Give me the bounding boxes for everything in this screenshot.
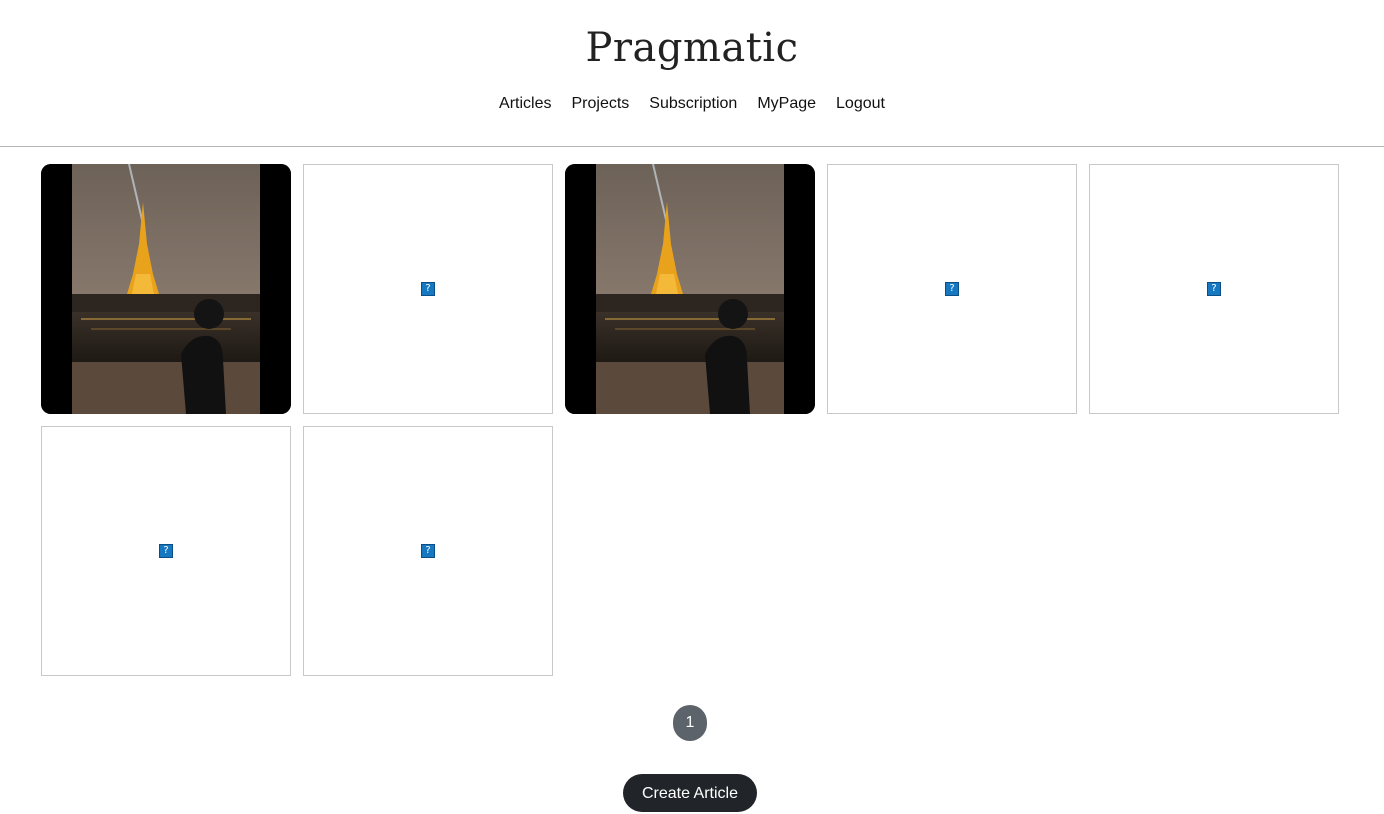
nav-articles[interactable]: Articles [499,93,551,115]
article-card[interactable] [41,164,291,414]
article-card[interactable]: ? [1089,164,1339,414]
nav-logout[interactable]: Logout [836,93,885,115]
create-article-button[interactable]: Create Article [623,774,757,812]
article-card[interactable]: ? [827,164,1077,414]
article-card[interactable]: ? [303,164,553,414]
nav-subscription[interactable]: Subscription [649,93,737,115]
main-nav: Articles Projects Subscription MyPage Lo… [0,93,1384,115]
broken-image-icon: ? [1207,282,1221,296]
pagination-page-1[interactable]: 1 [673,705,707,741]
broken-image-icon: ? [945,282,959,296]
nav-projects[interactable]: Projects [571,93,629,115]
eiffel-tower-photo [41,164,291,414]
broken-image-icon: ? [421,282,435,296]
site-header: Pragmatic Articles Projects Subscription… [0,0,1384,147]
eiffel-tower-photo [565,164,815,414]
article-card[interactable]: ? [41,426,291,676]
broken-image-icon: ? [159,544,173,558]
article-card[interactable] [565,164,815,414]
site-logo[interactable]: Pragmatic [0,23,1384,73]
broken-image-icon: ? [421,544,435,558]
nav-mypage[interactable]: MyPage [757,93,816,115]
article-card[interactable]: ? [303,426,553,676]
